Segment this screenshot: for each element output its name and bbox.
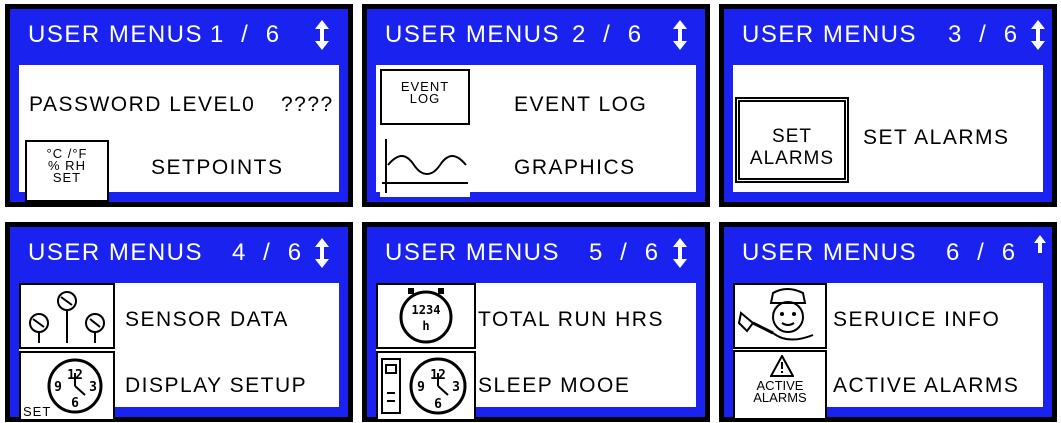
menu-content: EVENT LOG EVENT LOG GRAPHICS [376,65,696,197]
lcd-screen: USER MENUS 6 / 6 SERUICE INFO ACTIVE ALA… [724,227,1052,420]
total-run-hrs-label[interactable]: TOTAL RUN HRS [478,308,664,332]
user-menu-panel-4: USER MENUS 4 / 6 SENSOR DATA 9 3 6 SET D… [5,222,353,422]
set-alarms-icon-line-2: ALARMS [749,148,835,169]
lcd-screen: USER MENUS 3 / 6 SET ALARMS SET ALARMS [724,9,1052,202]
up-down-arrow-icon[interactable] [673,20,687,50]
page-indicator: 3 / 6 [948,21,1019,48]
panel-title: USER MENUS [28,21,204,48]
up-down-arrow-icon[interactable] [315,238,329,268]
graphics-label[interactable]: GRAPHICS [514,156,636,180]
event-log-label[interactable]: EVENT LOG [514,93,647,117]
up-arrow-icon[interactable] [1034,235,1046,255]
menu-content: SENSOR DATA 12 9 3 6 SET DISPLAY SETUP [19,283,339,421]
svg-text:9: 9 [417,380,425,395]
setpoints-label[interactable]: SETPOINTS [151,156,284,180]
lcd-screen: USER MENUS 1 / 6 PASSWORD LEVEL0 ???? °C… [10,9,348,202]
svg-text:3: 3 [452,380,460,395]
up-down-arrow-icon[interactable] [315,20,329,50]
sleep-clock-icon[interactable]: 12 9 3 6 [376,351,476,421]
password-value: ???? [281,93,334,116]
panel-header: USER MENUS 5 / 6 [367,227,705,277]
service-technician-icon[interactable] [733,283,827,349]
set-alarms-icon[interactable]: SET ALARMS [735,97,849,183]
active-alarms-label[interactable]: ACTIVE ALARMS [833,374,1019,398]
panel-title: USER MENUS [742,239,918,266]
panel-header: USER MENUS 3 / 6 [724,9,1052,59]
user-menu-panel-1: USER MENUS 1 / 6 PASSWORD LEVEL0 ???? °C… [5,4,353,207]
panel-header: USER MENUS 1 / 6 [10,9,348,59]
panel-title: USER MENUS [385,21,561,48]
run-hours-icon-digits: 1234 [411,303,441,317]
warning-triangle-icon [770,355,794,377]
user-menu-panel-5: USER MENUS 5 / 6 1234 h TOTAL RUN HRS 9 … [362,222,710,422]
lcd-screen: USER MENUS 2 / 6 EVENT LOG EVENT LOG GRA… [367,9,705,202]
user-menu-panel-2: USER MENUS 2 / 6 EVENT LOG EVENT LOG GRA… [362,4,710,207]
menu-content: 1234 h TOTAL RUN HRS 12 9 3 6 SLEEP MOOE [376,283,696,421]
menu-content: SET ALARMS SET ALARMS [733,65,1043,192]
setpoints-icon-line-3: SET [52,170,82,185]
event-log-icon[interactable]: EVENT LOG [380,69,470,125]
svg-text:6: 6 [71,396,79,411]
panel-title: USER MENUS [742,21,918,48]
user-menu-panel-3: USER MENUS 3 / 6 SET ALARMS SET ALARMS [719,4,1057,207]
up-down-arrow-icon[interactable] [673,238,687,268]
page-indicator: 1 / 6 [210,21,281,48]
panel-title: USER MENUS [385,239,561,266]
panel-header: USER MENUS 2 / 6 [367,9,705,59]
svg-text:3: 3 [89,380,97,395]
event-log-icon-line-2: LOG [409,91,441,106]
page-indicator: 4 / 6 [232,239,303,266]
run-hours-icon-unit: h [422,319,430,333]
clock-set-icon-text: SET [23,404,52,419]
menu-content: PASSWORD LEVEL0 ???? °C /°F % RH SET SET… [19,65,339,202]
active-alarms-icon[interactable]: ACTIVE ALARMS [733,350,827,420]
sensors-icon[interactable] [19,283,115,349]
service-info-label[interactable]: SERUICE INFO [833,308,1000,332]
password-level-label[interactable]: PASSWORD LEVEL0 [29,93,255,117]
display-setup-label[interactable]: DISPLAY SETUP [125,374,307,398]
sensor-data-label[interactable]: SENSOR DATA [125,308,289,332]
lcd-screen: USER MENUS 4 / 6 SENSOR DATA 9 3 6 SET D… [10,227,348,421]
page-indicator: 6 / 6 [946,239,1017,266]
panel-header: USER MENUS 4 / 6 [10,227,348,277]
user-menu-panel-6: USER MENUS 6 / 6 SERUICE INFO ACTIVE ALA… [719,222,1057,422]
setpoints-icon[interactable]: °C /°F % RH SET [25,140,109,202]
graph-wave-icon[interactable] [380,135,470,197]
sleep-mode-label[interactable]: SLEEP MOOE [478,374,630,398]
set-alarms-label[interactable]: SET ALARMS [863,126,1010,150]
svg-text:9: 9 [54,380,62,395]
page-indicator: 2 / 6 [572,21,643,48]
up-down-arrow-icon[interactable] [1031,20,1045,50]
lcd-screen: USER MENUS 5 / 6 1234 h TOTAL RUN HRS 9 … [367,227,705,421]
set-alarms-icon-line-1: SET [772,126,812,147]
active-alarms-icon-line-2: ALARMS [753,390,807,405]
panel-header: USER MENUS 6 / 6 [724,227,1052,277]
panel-title: USER MENUS [28,239,204,266]
page-indicator: 5 / 6 [589,239,660,266]
menu-content: SERUICE INFO ACTIVE ALARMS ACTIVE ALARMS [733,283,1043,420]
svg-text:6: 6 [434,397,442,412]
